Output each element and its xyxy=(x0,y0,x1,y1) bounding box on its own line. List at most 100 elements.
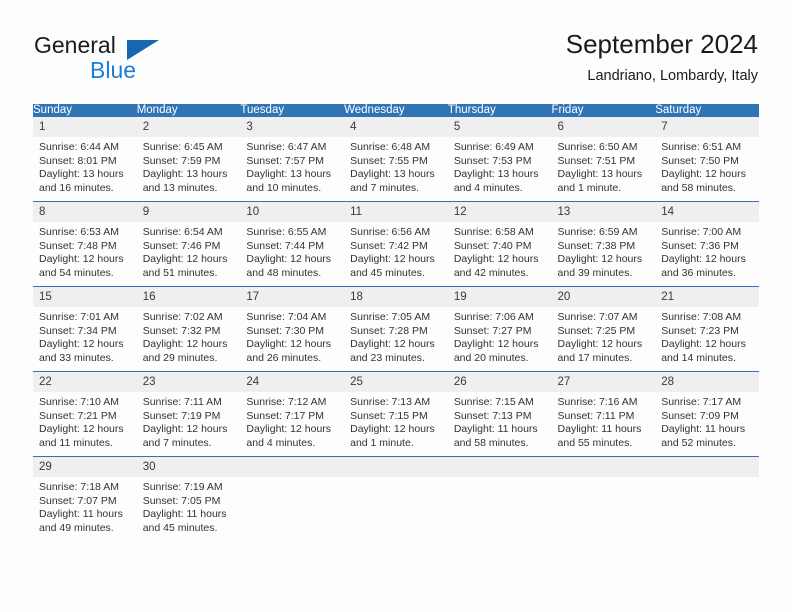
day-info: Sunrise: 7:12 AM Sunset: 7:17 PM Dayligh… xyxy=(240,392,344,450)
calendar-day-cell[interactable]: 3 Sunrise: 6:47 AM Sunset: 7:57 PM Dayli… xyxy=(240,116,345,202)
sunrise-text: Sunrise: 7:16 AM xyxy=(557,396,638,408)
day-info: Sunrise: 7:15 AM Sunset: 7:13 PM Dayligh… xyxy=(448,392,552,450)
sunset-text: Sunset: 7:19 PM xyxy=(142,409,221,422)
daylight-text-line2: and 48 minutes. xyxy=(246,266,322,279)
calendar-day-cell[interactable]: 5 Sunrise: 6:49 AM Sunset: 7:53 PM Dayli… xyxy=(447,116,552,202)
calendar-day-cell[interactable]: 30 Sunrise: 7:19 AM Sunset: 7:05 PM Dayl… xyxy=(136,456,241,543)
calendar-day-cell[interactable]: 29 Sunrise: 7:18 AM Sunset: 7:07 PM Dayl… xyxy=(33,456,137,543)
daylight-text-line2: and 1 minute. xyxy=(350,436,414,449)
day-number: 11 xyxy=(344,202,448,222)
calendar-day-cell[interactable]: 13 Sunrise: 6:59 AM Sunset: 7:38 PM Dayl… xyxy=(551,201,656,287)
sunrise-text: Sunrise: 7:05 AM xyxy=(350,311,431,323)
calendar-day-cell[interactable]: 18 Sunrise: 7:05 AM Sunset: 7:28 PM Dayl… xyxy=(344,286,448,372)
day-number: 14 xyxy=(655,202,759,222)
calendar-day-cell-empty xyxy=(551,456,656,543)
day-number: 13 xyxy=(551,202,656,222)
sunrise-text: Sunrise: 7:00 AM xyxy=(661,226,742,238)
calendar-day-cell[interactable]: 1 Sunrise: 6:44 AM Sunset: 8:01 PM Dayli… xyxy=(33,116,137,202)
calendar-day-cell[interactable]: 12 Sunrise: 6:58 AM Sunset: 7:40 PM Dayl… xyxy=(447,201,552,287)
general-blue-logo[interactable]: General Blue xyxy=(34,28,254,88)
calendar-day-cell[interactable]: 14 Sunrise: 7:00 AM Sunset: 7:36 PM Dayl… xyxy=(655,201,759,287)
sunrise-text: Sunrise: 7:04 AM xyxy=(246,311,327,323)
sunrise-text: Sunrise: 7:02 AM xyxy=(142,311,223,323)
logo-text-general: General xyxy=(34,32,116,58)
sunset-text: Sunset: 7:11 PM xyxy=(557,409,635,422)
daylight-text-line1: Daylight: 12 hours xyxy=(246,253,332,266)
daylight-text-line2: and 4 minutes. xyxy=(246,436,316,449)
calendar-day-cell-empty xyxy=(447,456,552,543)
daylight-text-line1: Daylight: 13 hours xyxy=(453,168,539,181)
calendar-day-cell[interactable]: 6 Sunrise: 6:50 AM Sunset: 7:51 PM Dayli… xyxy=(551,116,656,202)
day-info: Sunrise: 7:05 AM Sunset: 7:28 PM Dayligh… xyxy=(344,307,448,365)
calendar-day-cell[interactable]: 23 Sunrise: 7:11 AM Sunset: 7:19 PM Dayl… xyxy=(136,371,241,457)
sunrise-text: Sunrise: 6:49 AM xyxy=(453,141,534,153)
daylight-text-line2: and 16 minutes. xyxy=(39,181,114,194)
sunset-text: Sunset: 7:30 PM xyxy=(246,324,325,337)
day-info: Sunrise: 6:48 AM Sunset: 7:55 PM Dayligh… xyxy=(344,137,448,195)
sunrise-text: Sunrise: 7:11 AM xyxy=(142,396,222,408)
calendar-day-cell[interactable]: 7 Sunrise: 6:51 AM Sunset: 7:50 PM Dayli… xyxy=(655,116,759,202)
day-number: 3 xyxy=(240,117,345,137)
sunset-text: Sunset: 7:21 PM xyxy=(39,409,117,422)
daylight-text-line1: Daylight: 12 hours xyxy=(661,253,746,266)
calendar-day-cell[interactable]: 2 Sunrise: 6:45 AM Sunset: 7:59 PM Dayli… xyxy=(136,116,241,202)
calendar-day-cell[interactable]: 21 Sunrise: 7:08 AM Sunset: 7:23 PM Dayl… xyxy=(655,286,759,372)
sunset-text: Sunset: 7:28 PM xyxy=(350,324,428,337)
daylight-text-line2: and 29 minutes. xyxy=(142,351,218,364)
day-number: 28 xyxy=(655,372,759,392)
sunrise-text: Sunrise: 7:17 AM xyxy=(661,396,742,408)
weekday-header-wednesday: Wednesday xyxy=(344,104,448,117)
sunrise-text: Sunrise: 6:59 AM xyxy=(557,226,638,238)
calendar-day-cell[interactable]: 26 Sunrise: 7:15 AM Sunset: 7:13 PM Dayl… xyxy=(447,371,552,457)
daylight-text-line1: Daylight: 13 hours xyxy=(350,168,435,181)
day-info: Sunrise: 7:00 AM Sunset: 7:36 PM Dayligh… xyxy=(655,222,759,280)
sunrise-sunset-calendar: Sunday Monday Tuesday Wednesday Thursday… xyxy=(33,104,759,543)
day-info: Sunrise: 7:08 AM Sunset: 7:23 PM Dayligh… xyxy=(655,307,759,365)
calendar-day-cell[interactable]: 27 Sunrise: 7:16 AM Sunset: 7:11 PM Dayl… xyxy=(551,371,656,457)
calendar-week-row: 29 Sunrise: 7:18 AM Sunset: 7:07 PM Dayl… xyxy=(33,456,759,543)
sunset-text: Sunset: 7:09 PM xyxy=(661,409,739,422)
day-number: 12 xyxy=(447,202,552,222)
sunset-text: Sunset: 7:32 PM xyxy=(142,324,221,337)
daylight-text-line1: Daylight: 11 hours xyxy=(661,423,746,436)
day-info: Sunrise: 6:44 AM Sunset: 8:01 PM Dayligh… xyxy=(33,137,137,195)
calendar-day-cell[interactable]: 4 Sunrise: 6:48 AM Sunset: 7:55 PM Dayli… xyxy=(344,116,448,202)
calendar-day-cell[interactable]: 16 Sunrise: 7:02 AM Sunset: 7:32 PM Dayl… xyxy=(136,286,241,372)
calendar-day-cell[interactable]: 17 Sunrise: 7:04 AM Sunset: 7:30 PM Dayl… xyxy=(240,286,345,372)
sunset-text: Sunset: 7:38 PM xyxy=(557,239,636,252)
day-number: 6 xyxy=(551,117,656,137)
calendar-day-cell[interactable]: 22 Sunrise: 7:10 AM Sunset: 7:21 PM Dayl… xyxy=(33,371,137,457)
daylight-text-line1: Daylight: 12 hours xyxy=(39,338,124,351)
day-info: Sunrise: 6:45 AM Sunset: 7:59 PM Dayligh… xyxy=(137,137,241,195)
calendar-week-row: 15 Sunrise: 7:01 AM Sunset: 7:34 PM Dayl… xyxy=(33,286,759,372)
day-number: 19 xyxy=(447,287,552,307)
day-info: Sunrise: 6:58 AM Sunset: 7:40 PM Dayligh… xyxy=(448,222,552,280)
day-number: 27 xyxy=(551,372,656,392)
daylight-text-line2: and 17 minutes. xyxy=(557,351,633,364)
calendar-day-cell[interactable]: 15 Sunrise: 7:01 AM Sunset: 7:34 PM Dayl… xyxy=(33,286,137,372)
calendar-day-cell[interactable]: 20 Sunrise: 7:07 AM Sunset: 7:25 PM Dayl… xyxy=(551,286,656,372)
calendar-day-cell[interactable]: 10 Sunrise: 6:55 AM Sunset: 7:44 PM Dayl… xyxy=(240,201,345,287)
sunset-text: Sunset: 7:34 PM xyxy=(39,324,117,337)
calendar-day-cell[interactable]: 24 Sunrise: 7:12 AM Sunset: 7:17 PM Dayl… xyxy=(240,371,345,457)
calendar-day-cell[interactable]: 25 Sunrise: 7:13 AM Sunset: 7:15 PM Dayl… xyxy=(344,371,448,457)
daylight-text-line2: and 42 minutes. xyxy=(453,266,529,279)
daylight-text-line2: and 39 minutes. xyxy=(557,266,633,279)
day-info: Sunrise: 6:47 AM Sunset: 7:57 PM Dayligh… xyxy=(240,137,344,195)
daylight-text-line2: and 14 minutes. xyxy=(661,351,736,364)
calendar-day-cell[interactable]: 8 Sunrise: 6:53 AM Sunset: 7:48 PM Dayli… xyxy=(33,201,137,287)
daylight-text-line2: and 33 minutes. xyxy=(39,351,114,364)
sunset-text: Sunset: 7:44 PM xyxy=(246,239,325,252)
calendar-day-cell[interactable]: 19 Sunrise: 7:06 AM Sunset: 7:27 PM Dayl… xyxy=(447,286,552,372)
day-info: Sunrise: 7:11 AM Sunset: 7:19 PM Dayligh… xyxy=(137,392,241,450)
calendar-day-cell[interactable]: 28 Sunrise: 7:17 AM Sunset: 7:09 PM Dayl… xyxy=(655,371,759,457)
daylight-text-line1: Daylight: 12 hours xyxy=(246,423,332,436)
day-info: Sunrise: 7:06 AM Sunset: 7:27 PM Dayligh… xyxy=(448,307,552,365)
sunset-text: Sunset: 7:42 PM xyxy=(350,239,428,252)
sunrise-text: Sunrise: 6:55 AM xyxy=(246,226,327,238)
calendar-body: 1 Sunrise: 6:44 AM Sunset: 8:01 PM Dayli… xyxy=(33,116,759,543)
calendar-day-cell[interactable]: 11 Sunrise: 6:56 AM Sunset: 7:42 PM Dayl… xyxy=(344,201,448,287)
sunrise-text: Sunrise: 6:56 AM xyxy=(350,226,431,238)
daylight-text-line2: and 52 minutes. xyxy=(661,436,736,449)
calendar-day-cell[interactable]: 9 Sunrise: 6:54 AM Sunset: 7:46 PM Dayli… xyxy=(136,201,241,287)
